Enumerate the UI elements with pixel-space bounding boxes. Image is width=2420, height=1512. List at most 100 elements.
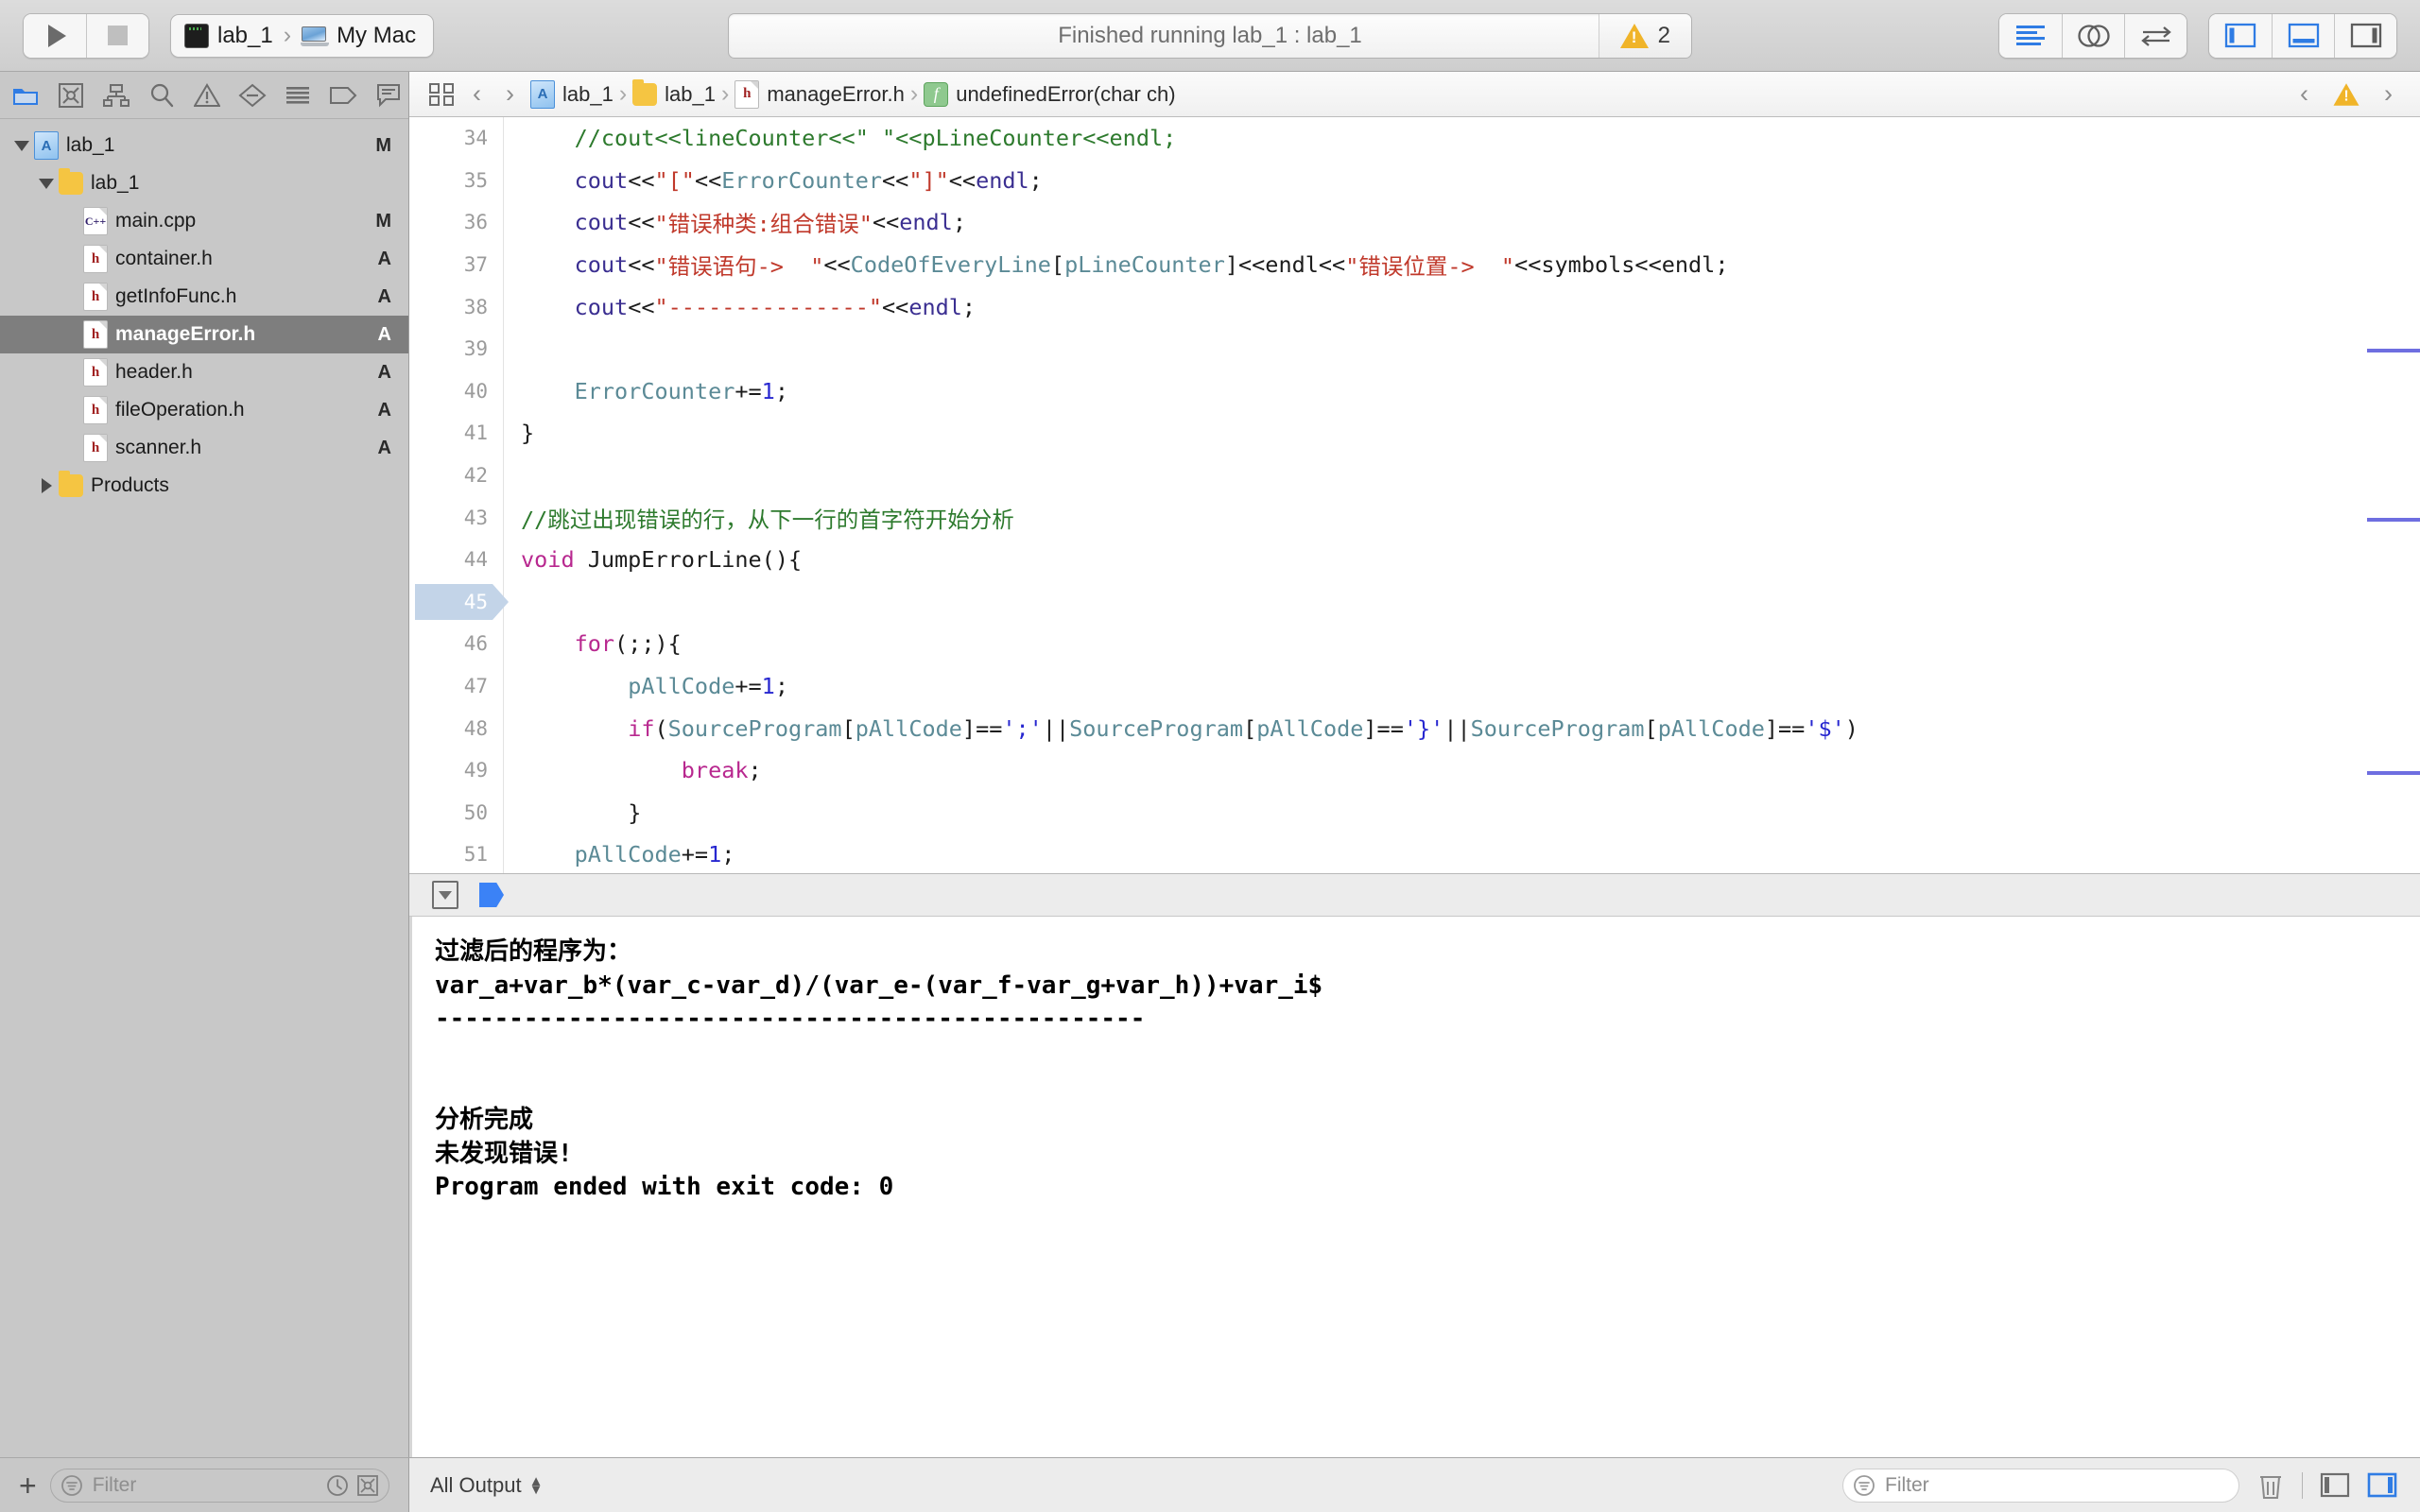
line-number-40[interactable]: 40 [409,370,503,413]
console-output-toggle[interactable] [2367,1472,2397,1498]
output-scope-selector[interactable]: All Output ▲ ▼ [430,1473,543,1498]
code-line-51[interactable]: pAllCode += 1; [504,833,2420,873]
code-line-37[interactable]: cout << "错误语句-> " << CodeOfEveryLine[pLineCo… [504,244,2420,286]
tree-row-lab_1[interactable]: lab_1 [0,164,408,202]
line-number-44[interactable]: 44 [409,539,503,581]
nav-tab-project-navigator[interactable] [9,79,42,112]
warning-badge[interactable]: 2 [1598,13,1691,58]
issue-next-button[interactable]: › [2376,79,2401,109]
code-line-41[interactable]: } [504,412,2420,455]
disclosure-triangle-icon[interactable] [9,140,34,151]
tree-row-manageerror-h[interactable]: h manageError.h A [0,316,408,353]
line-number-36[interactable]: 36 [409,201,503,244]
code-line-50[interactable]: } [504,792,2420,834]
code-line-35[interactable]: cout << "[" << ErrorCounter << "]" << endl; [504,160,2420,202]
line-number-gutter[interactable]: 34 35 36 37 38 39 40 41 42 43 44 45 46 47 48 49 50 51 [409,117,509,873]
line-number-42[interactable]: 42 [409,455,503,497]
trash-icon[interactable] [2256,1470,2285,1501]
code-line-39[interactable] [504,328,2420,370]
code-line-44[interactable]: void JumpErrorLine(){ [504,539,2420,581]
tree-row-scanner-h[interactable]: h scanner.h A [0,429,408,467]
nav-tab-report-navigator[interactable] [372,79,405,112]
related-items-icon[interactable] [428,81,457,108]
nav-tab-find-navigator[interactable] [146,79,178,112]
scheme-selector[interactable]: lab_1 › My Mac [170,13,435,58]
tree-row-container-h[interactable]: h container.h A [0,240,408,278]
code-text[interactable]: //cout<<lineCounter<<" "<<pLineCounter<<… [504,117,2420,873]
warning-count: 2 [1657,22,1670,48]
code-line-40[interactable]: ErrorCounter += 1; [504,370,2420,413]
nav-tab-symbol-navigator[interactable] [100,79,132,112]
assistant-editor-button[interactable] [2062,13,2124,58]
console-variables-toggle[interactable] [2320,1472,2350,1498]
disclosure-triangle-icon[interactable] [34,178,59,189]
code-line-46[interactable]: for (;;){ [504,623,2420,665]
line-number-48[interactable]: 48 [409,707,503,749]
tree-row-products[interactable]: Products [0,467,408,505]
nav-tab-issue-navigator[interactable] [191,79,223,112]
line-number-39[interactable]: 39 [409,328,503,370]
code-line-36[interactable]: cout << "错误种类:组合错误" << endl; [504,201,2420,244]
line-number-50[interactable]: 50 [409,792,503,834]
line-number-35[interactable]: 35 [409,160,503,202]
breadcrumb-item-3[interactable]: h manageError.h [735,79,905,109]
navigator-filter-field[interactable]: Filter [49,1468,389,1503]
run-button[interactable] [24,13,86,58]
tree-row-fileoperation-h[interactable]: h fileOperation.h A [0,391,408,429]
line-number-45[interactable]: 45 [409,581,509,624]
code-line-43[interactable]: //跳过出现错误的行，从下一行的首字符开始分析 [504,496,2420,539]
breakpoint-flag-icon[interactable] [479,883,504,907]
nav-tab-breakpoint-navigator[interactable] [327,79,359,112]
recent-clock-icon[interactable] [326,1474,349,1497]
source-control-filter-icon[interactable] [356,1474,379,1497]
code-line-48[interactable]: if(SourceProgram[pAllCode]== ';' || SourceP… [504,707,2420,749]
source-code-editor[interactable]: 34 35 36 37 38 39 40 41 42 43 44 45 46 47 48 49 50 51 //c… [409,117,2420,873]
line-number-49[interactable]: 49 [409,749,503,792]
tree-row-main-cpp[interactable]: C++ main.cpp M [0,202,408,240]
line-number-34[interactable]: 34 [409,117,503,160]
line-number-51[interactable]: 51 [409,833,503,873]
line-number-46[interactable]: 46 [409,623,503,665]
breadcrumb-item-4[interactable]: undefinedError(char ch) [924,81,1176,107]
breadcrumb-item-2[interactable]: lab_1 [632,78,716,107]
navigate-forward-button[interactable]: › [497,79,523,109]
nav-tab-debug-navigator[interactable] [282,79,314,112]
code-line-45[interactable] [504,581,2420,624]
console-filter-field[interactable]: Filter [1842,1468,2239,1503]
line-number-47[interactable]: 47 [409,665,503,708]
tree-row-lab_1[interactable]: lab_1 M [0,127,408,164]
breadcrumb[interactable]: lab_1›lab_1›hmanageError.h›undefinedErro… [530,78,1176,109]
folder-icon [59,168,83,195]
hide-debug-icon[interactable] [432,881,458,909]
tree-row-getinfofunc-h[interactable]: h getInfoFunc.h A [0,278,408,316]
stop-button[interactable] [86,13,148,58]
code-line-38[interactable]: cout << "---------------" << endl; [504,285,2420,328]
line-number-label: 38 [463,295,488,318]
code-line-34[interactable]: //cout<<lineCounter<<" "<<pLineCounter<<… [504,117,2420,160]
add-file-button[interactable]: + [19,1470,37,1501]
breadcrumb-item-1[interactable]: lab_1 [530,79,614,109]
nav-tab-source-control-navigator[interactable] [55,79,87,112]
tree-row-header-h[interactable]: h header.h A [0,353,408,391]
debug-area-toggle-button[interactable] [2272,13,2334,58]
issue-prev-button[interactable]: ‹ [2291,79,2317,109]
line-number-label: 47 [463,675,488,698]
activity-status-bar[interactable]: Finished running lab_1 : lab_1 2 [728,12,1692,59]
disclosure-triangle-icon[interactable] [34,478,59,493]
line-number-37[interactable]: 37 [409,244,503,286]
line-number-41[interactable]: 41 [409,412,503,455]
standard-editor-button[interactable] [1999,13,2062,58]
version-editor-button[interactable] [2124,13,2187,58]
utilities-toggle-button[interactable] [2334,13,2396,58]
navigator-toggle-button[interactable] [2209,13,2272,58]
jump-bar-warning-icon[interactable] [2333,82,2360,106]
console-output[interactable]: 过滤后的程序为： var_a+var_b*(var_c-var_d)/(var_e… [409,917,2420,1457]
line-number-38[interactable]: 38 [409,285,503,328]
navigate-back-button[interactable]: ‹ [464,79,490,109]
line-number-43[interactable]: 43 [409,496,503,539]
code-line-47[interactable]: pAllCode += 1; [504,665,2420,708]
code-line-49[interactable]: break; [504,749,2420,792]
nav-tab-test-navigator[interactable] [236,79,268,112]
project-file-tree[interactable]: lab_1Mlab_1C++main.cppMhcontainer.hAhget… [0,119,408,1457]
code-line-42[interactable] [504,455,2420,497]
